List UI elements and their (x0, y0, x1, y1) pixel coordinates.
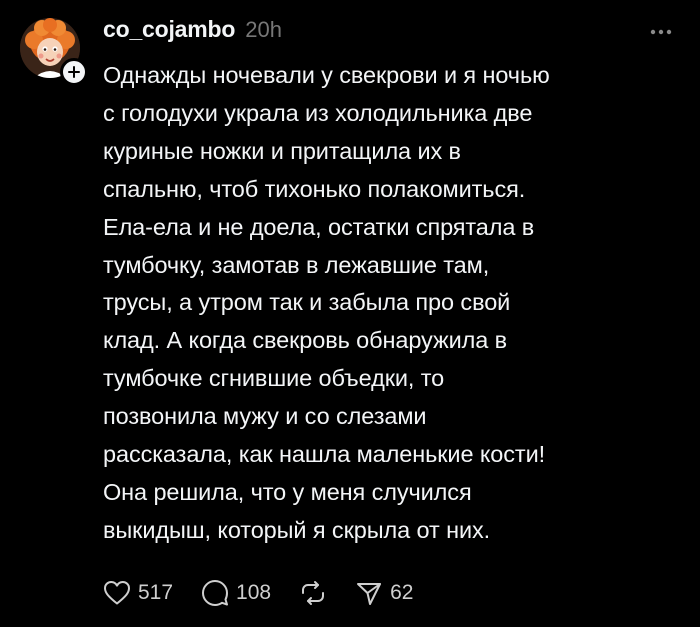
share-button[interactable]: 62 (355, 579, 413, 607)
share-count: 62 (390, 581, 414, 604)
post-actions-bar: 517 108 62 (103, 575, 441, 611)
post-body-text: Однажды ночевали у свекрови и я ночью с … (103, 62, 550, 543)
comment-count: 108 (236, 581, 272, 604)
comment-button[interactable]: 108 (201, 579, 271, 607)
threads-post: co_cojambo 20h Однажды ночевали у свекро… (0, 0, 700, 627)
username-link[interactable]: co_cojambo (103, 16, 235, 43)
post-header: co_cojambo 20h (103, 16, 282, 52)
avatar-container[interactable] (20, 18, 88, 86)
repost-button[interactable] (299, 579, 327, 607)
repost-icon (302, 581, 325, 605)
plus-icon (68, 66, 80, 78)
comment-bubble-icon (202, 580, 229, 606)
follow-plus-button[interactable] (60, 58, 88, 86)
post-timestamp: 20h (245, 17, 282, 42)
like-count: 517 (138, 581, 174, 604)
more-options-button[interactable] (646, 22, 676, 42)
heart-icon (104, 581, 130, 605)
more-horizontal-icon (650, 29, 672, 35)
send-icon (357, 583, 382, 605)
like-button[interactable]: 517 (103, 580, 173, 606)
